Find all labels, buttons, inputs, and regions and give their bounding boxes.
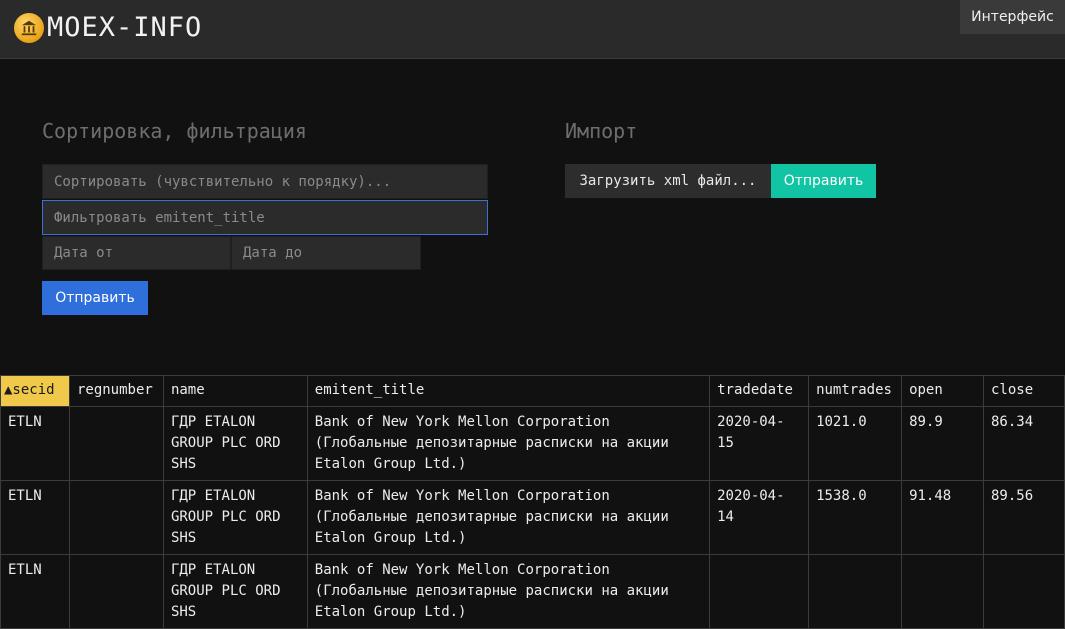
- column-header-close[interactable]: close: [983, 375, 1065, 407]
- cell-open: [901, 554, 984, 629]
- app-title: MOEX-INFO: [47, 12, 203, 43]
- cell-open: 89.9: [901, 406, 984, 481]
- cell-regnumber: [68, 406, 164, 481]
- bank-icon: [14, 13, 44, 43]
- column-header-name[interactable]: name: [162, 375, 308, 407]
- upload-xml-button[interactable]: Загрузить xml файл...: [565, 164, 771, 198]
- column-header-numtrades[interactable]: numtrades: [808, 375, 903, 407]
- interface-button[interactable]: Интерфейс: [960, 0, 1065, 34]
- table-row: ETLN ГДР ETALON GROUP PLC ORD SHS Bank o…: [0, 480, 1065, 555]
- date-to-input[interactable]: Дата до: [231, 236, 421, 270]
- cell-open: 91.48: [901, 480, 984, 555]
- cell-tradedate: [709, 554, 810, 629]
- cell-numtrades: 1021.0: [808, 406, 903, 481]
- sort-input[interactable]: Сортировать (чувствительно к порядку)...: [42, 164, 488, 199]
- import-submit-button[interactable]: Отправить: [771, 164, 876, 198]
- import-title: Импорт: [565, 119, 638, 143]
- cell-secid: ETLN: [0, 480, 70, 555]
- date-from-input[interactable]: Дата от: [42, 236, 231, 270]
- top-bar: MOEX-INFO Интерфейс: [0, 0, 1065, 59]
- cell-secid: ETLN: [0, 554, 70, 629]
- column-header-secid[interactable]: ▲secid: [0, 375, 70, 407]
- sort-filter-title: Сортировка, фильтрация: [42, 119, 307, 143]
- cell-name: ГДР ETALON GROUP PLC ORD SHS: [162, 480, 308, 555]
- table-row: ETLN ГДР ETALON GROUP PLC ORD SHS Bank o…: [0, 406, 1065, 481]
- cell-regnumber: [68, 554, 164, 629]
- cell-close: 89.56: [983, 480, 1065, 555]
- cell-secid: ETLN: [0, 406, 70, 481]
- table-header-row: ▲secid regnumber name emitent_title trad…: [0, 375, 1065, 407]
- cell-tradedate: 2020-04-14: [709, 480, 810, 555]
- cell-emitent-title: Bank of New York Mellon Corporation (Гло…: [306, 554, 711, 629]
- data-table: ▲secid regnumber name emitent_title trad…: [0, 375, 1065, 629]
- cell-tradedate: 2020-04-15: [709, 406, 810, 481]
- column-header-open[interactable]: open: [901, 375, 984, 407]
- cell-regnumber: [68, 480, 164, 555]
- filter-submit-button[interactable]: Отправить: [42, 281, 148, 315]
- column-header-emitent-title[interactable]: emitent_title: [306, 375, 711, 407]
- cell-numtrades: 1538.0: [808, 480, 903, 555]
- cell-close: 86.34: [983, 406, 1065, 481]
- table-row: ETLN ГДР ETALON GROUP PLC ORD SHS Bank o…: [0, 554, 1065, 629]
- cell-name: ГДР ETALON GROUP PLC ORD SHS: [162, 406, 308, 481]
- column-header-tradedate[interactable]: tradedate: [709, 375, 810, 407]
- cell-numtrades: [808, 554, 903, 629]
- cell-emitent-title: Bank of New York Mellon Corporation (Гло…: [306, 480, 711, 555]
- column-header-regnumber[interactable]: regnumber: [68, 375, 164, 407]
- cell-close: [983, 554, 1065, 629]
- cell-name: ГДР ETALON GROUP PLC ORD SHS: [162, 554, 308, 629]
- cell-emitent-title: Bank of New York Mellon Corporation (Гло…: [306, 406, 711, 481]
- filter-input[interactable]: Фильтровать emitent_title: [42, 200, 488, 235]
